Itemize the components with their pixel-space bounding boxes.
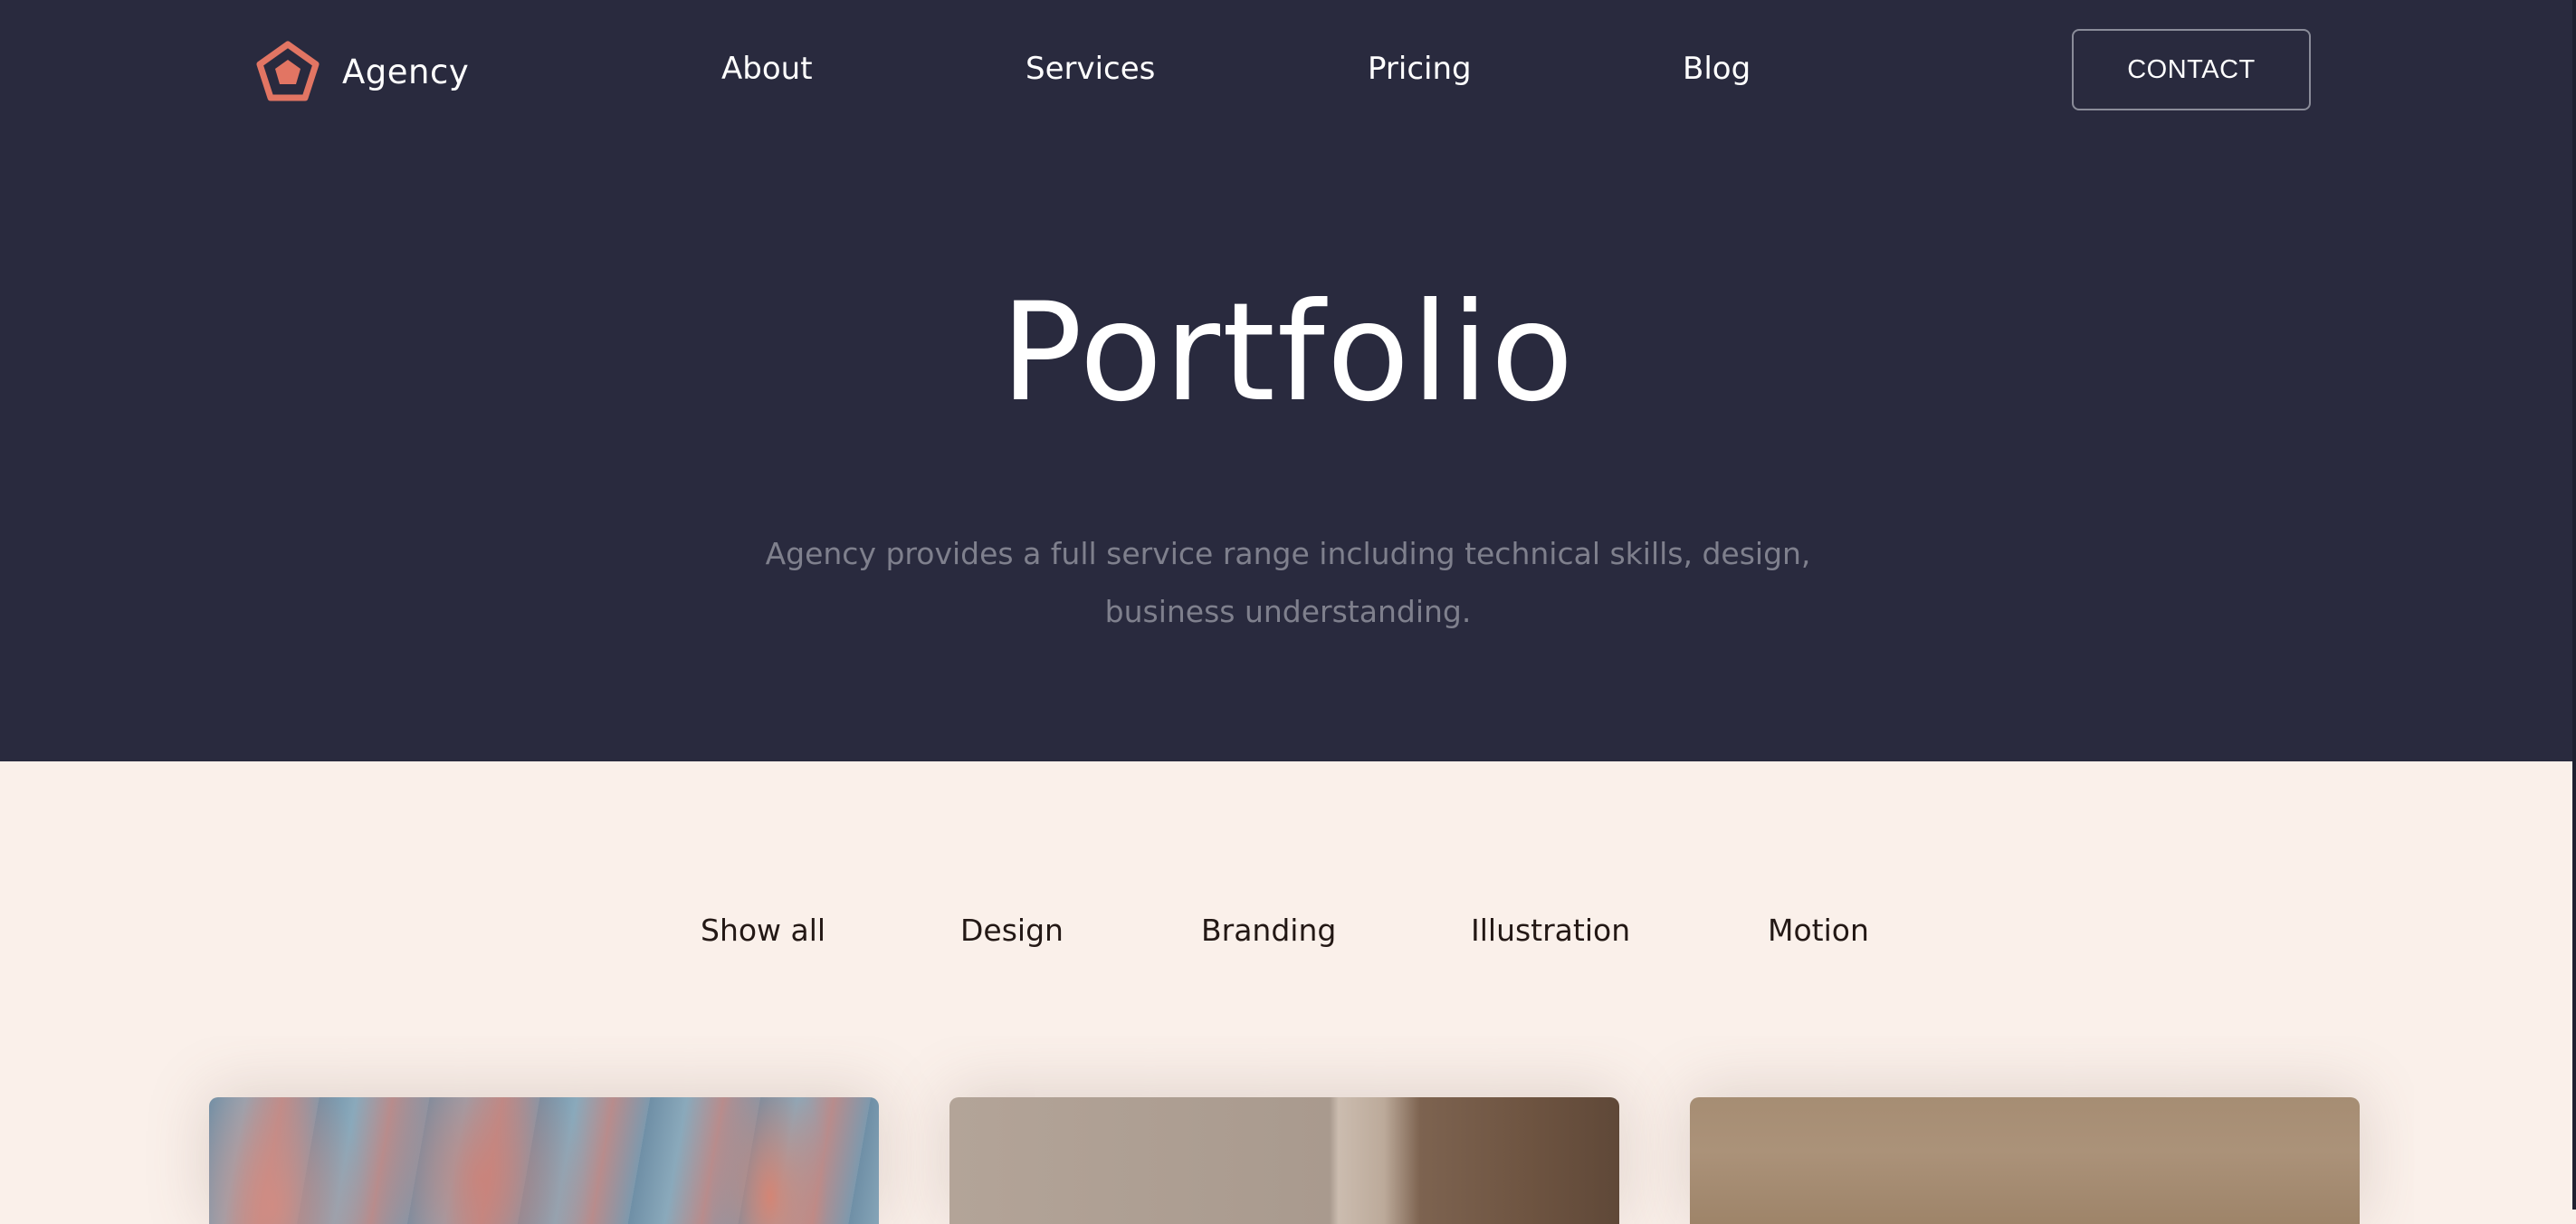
portfolio-card[interactable]: [209, 1097, 879, 1224]
nav-blog[interactable]: Blog: [1683, 47, 1751, 91]
filter-design[interactable]: Design: [960, 909, 1064, 952]
pentagon-icon: [256, 41, 320, 101]
filter-show-all[interactable]: Show all: [701, 909, 825, 952]
brand-logo[interactable]: Agency: [255, 40, 469, 103]
window-edge: [2572, 0, 2576, 1210]
nav-about[interactable]: About: [721, 47, 813, 91]
page-title: Portfolio: [1000, 274, 1576, 432]
hero-description: Agency provides a full service range inc…: [765, 536, 1811, 629]
filter-motion[interactable]: Motion: [1768, 909, 1869, 952]
contact-button[interactable]: CONTACT: [2072, 29, 2311, 110]
hero-section: Agency About Services Pricing Blog CONTA…: [0, 0, 2576, 761]
portfolio-card[interactable]: [1690, 1097, 2360, 1224]
filter-illustration[interactable]: Illustration: [1471, 909, 1630, 952]
brand-name: Agency: [342, 52, 470, 91]
nav-services[interactable]: Services: [1026, 47, 1155, 91]
nav-pricing[interactable]: Pricing: [1368, 47, 1472, 91]
portfolio-card[interactable]: [949, 1097, 1619, 1224]
filter-branding[interactable]: Branding: [1201, 909, 1336, 952]
